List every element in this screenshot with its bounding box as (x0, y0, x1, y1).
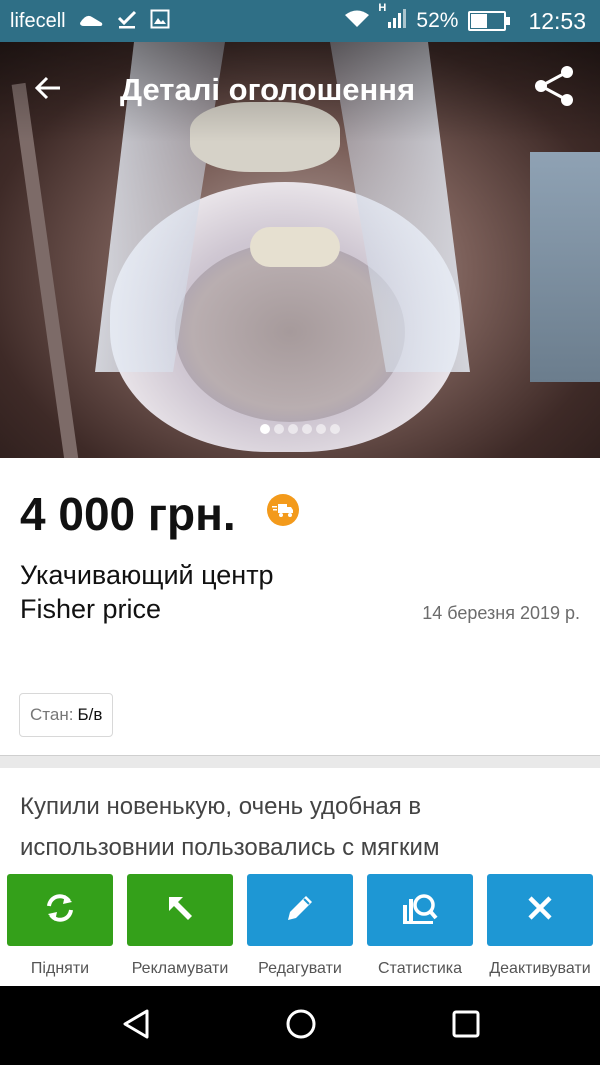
square-recents-icon (452, 1010, 480, 1043)
listing-date: 14 березня 2019 р. (422, 603, 580, 623)
nav-back-button[interactable] (116, 1006, 156, 1046)
delivery-truck-icon (267, 494, 299, 526)
promote-label: Рекламувати (131, 960, 229, 977)
circle-home-icon (285, 1008, 317, 1045)
battery-icon (468, 11, 511, 31)
gallery-dot (302, 424, 312, 434)
price: 4 000 грн. (20, 488, 236, 540)
listing-title-line-2: Fisher price (20, 594, 162, 624)
raise-label: Підняти (30, 960, 90, 977)
clock: 12:53 (528, 7, 586, 34)
raise-button[interactable] (7, 874, 113, 946)
action-bar: Підняти Рекламувати Редагувати Статистик… (0, 868, 600, 986)
section-divider (0, 755, 600, 768)
gallery-dot (330, 424, 340, 434)
system-nav-bar (0, 986, 600, 1065)
back-button[interactable] (28, 70, 68, 110)
promote-button[interactable] (127, 874, 233, 946)
statistics-button[interactable] (367, 874, 473, 946)
gallery-dot (260, 424, 270, 434)
image-icon (150, 9, 170, 34)
condition-label: Стан: (30, 705, 74, 724)
edit-button[interactable] (247, 874, 353, 946)
deactivate-label: Деактивувати (489, 960, 591, 977)
status-right: H 52% 12:53 (344, 0, 586, 42)
refresh-icon (43, 891, 77, 930)
arrow-left-icon (33, 73, 63, 108)
statistics-label: Статистика (377, 960, 463, 977)
carrier-name: lifecell (10, 9, 66, 32)
deactivate-button[interactable] (487, 874, 593, 946)
status-left: lifecell (10, 0, 170, 42)
signal-icon: H (378, 2, 407, 35)
network-type: H (378, 1, 387, 14)
gallery-dot (274, 424, 284, 434)
close-icon (526, 894, 554, 927)
nav-home-button[interactable] (281, 1006, 321, 1046)
action-edit[interactable]: Редагувати (240, 874, 360, 984)
check-icon (116, 8, 138, 35)
action-deactivate[interactable]: Деактивувати (480, 874, 600, 984)
description-line-1: Купили новенькую, очень удобная в (20, 793, 422, 820)
photo-shape (530, 152, 600, 382)
battery-percent: 52% (416, 9, 459, 32)
battery-level (471, 14, 488, 28)
share-button[interactable] (530, 64, 578, 112)
gallery-dot (316, 424, 326, 434)
share-icon (533, 64, 575, 113)
condition-chip: Стан: Б/в (19, 693, 114, 737)
triangle-back-icon (121, 1008, 151, 1045)
action-statistics[interactable]: Статистика (360, 874, 480, 984)
gallery-dot (288, 424, 298, 434)
action-promote[interactable]: Рекламувати (120, 874, 240, 984)
photo-shape (250, 227, 340, 267)
status-bar: lifecell H 52% 12:53 (0, 0, 600, 42)
footprint-icon (78, 9, 104, 34)
action-raise[interactable]: Підняти (0, 874, 120, 984)
nav-recents-button[interactable] (446, 1006, 486, 1046)
arrow-up-left-icon (165, 893, 195, 928)
listing-details: 4 000 грн. Укачивающий центр Fisher pric… (0, 458, 600, 755)
pencil-icon (284, 892, 316, 929)
edit-label: Редагувати (258, 960, 342, 977)
listing-description: Купили новенькую, очень удобная в исполь… (0, 768, 600, 878)
description-line-2: использовнии пользовались с мягким (20, 834, 440, 861)
app-toolbar: Деталі оголошення (0, 42, 600, 142)
wifi-icon (344, 9, 370, 34)
stats-search-icon (401, 891, 439, 930)
gallery-indicator (0, 424, 600, 436)
listing-title-line-1: Укачивающий центр (20, 560, 274, 590)
condition-value: Б/в (77, 705, 103, 724)
page-title: Деталі оголошення (120, 72, 416, 107)
